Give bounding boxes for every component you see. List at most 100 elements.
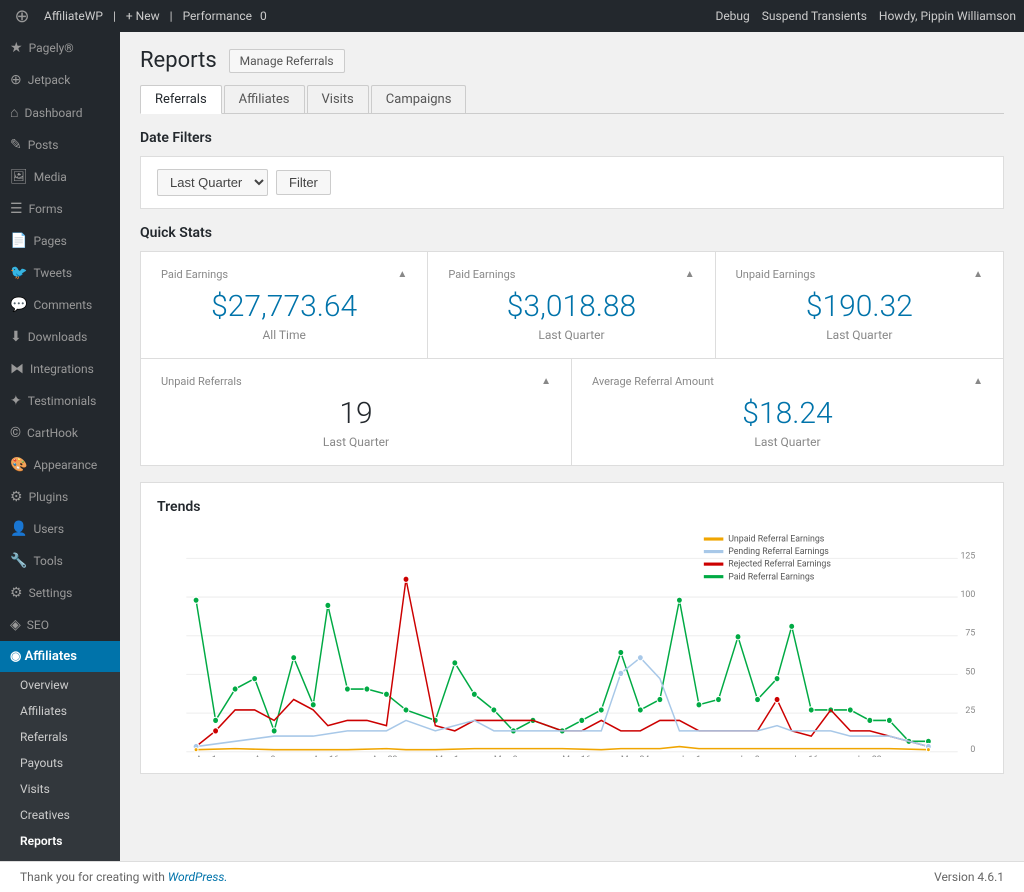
tab-affiliates[interactable]: Affiliates (224, 85, 305, 113)
date-range-select[interactable]: Last Quarter Today Yesterday This Week L… (157, 169, 268, 196)
sidebar-label-jetpack: Jetpack (28, 73, 71, 87)
sidebar-item-dashboard[interactable]: ⌂ Dashboard (0, 96, 120, 129)
sidebar-item-affiliates[interactable]: ◉ Affiliates (0, 641, 120, 672)
svg-text:Apr 1: Apr 1 (196, 755, 217, 757)
filter-button[interactable]: Filter (276, 170, 331, 195)
affiliates-icon: ◉ (10, 649, 25, 664)
sidebar-label-plugins: Plugins (29, 490, 69, 504)
sidebar-item-media[interactable]: 🖼 Media (0, 161, 120, 193)
suspend-transients-link[interactable]: Suspend Transients (762, 9, 867, 23)
svg-text:50: 50 (965, 667, 975, 677)
svg-text:25: 25 (965, 706, 975, 716)
sidebar-item-integrations[interactable]: ⧓ Integrations (0, 353, 120, 385)
stat-value-unpaid-referrals: 19 (161, 396, 551, 431)
stat-card-unpaid-referrals: Unpaid Referrals ▲ 19 Last Quarter (141, 359, 572, 465)
svg-text:May 24: May 24 (621, 755, 650, 757)
stat-period-unpaid-earnings: Last Quarter (736, 328, 983, 342)
sidebar-label-appearance: Appearance (33, 458, 97, 472)
sidebar-label-forms: Forms (29, 202, 63, 216)
performance-count: 0 (260, 9, 267, 23)
stat-card-avg-referral: Average Referral Amount ▲ $18.24 Last Qu… (572, 359, 1003, 465)
stat-label-avg-referral: Average Referral Amount (592, 375, 714, 388)
svg-text:Jun 23: Jun 23 (855, 755, 882, 757)
sidebar-item-testimonials[interactable]: ✦ Testimonials (0, 385, 120, 417)
svg-text:Jun 16: Jun 16 (792, 755, 819, 757)
wp-logo-icon: ⊕ (8, 2, 36, 30)
sidebar-label-comments: Comments (33, 298, 92, 312)
trends-title: Trends (157, 499, 987, 515)
stat-label-paid-quarter: Paid Earnings (448, 268, 515, 281)
main-layout: ★ Pagely® ⊕ Jetpack ⌂ Dashboard ✎ Posts … (0, 32, 1024, 861)
affiliates-label: Affiliates (25, 649, 77, 664)
manage-referrals-link[interactable]: Manage Referrals (229, 49, 345, 73)
svg-text:75: 75 (965, 628, 975, 638)
svg-text:Jun 1: Jun 1 (679, 755, 701, 757)
submenu-referrals[interactable]: Referrals (0, 724, 120, 750)
svg-text:May 16: May 16 (562, 755, 591, 757)
performance-link[interactable]: Performance (183, 9, 252, 23)
stat-arrow-2: ▲ (685, 269, 695, 280)
sidebar-item-posts[interactable]: ✎ Posts (0, 129, 120, 161)
sidebar-item-settings[interactable]: ⚙ Settings (0, 577, 120, 609)
sidebar-item-comments[interactable]: 💬 Comments (0, 289, 120, 321)
wordpress-link[interactable]: WordPress. (168, 870, 228, 884)
submenu-tools[interactable]: Tools (0, 854, 120, 861)
tab-referrals[interactable]: Referrals (140, 85, 222, 114)
testimonials-icon: ✦ (10, 393, 22, 409)
svg-text:Rejected Referral Earnings: Rejected Referral Earnings (728, 559, 831, 569)
tools-icon: 🔧 (10, 553, 27, 569)
sidebar-label-tweets: Tweets (33, 266, 72, 280)
stats-grid-row2: Unpaid Referrals ▲ 19 Last Quarter Avera… (140, 359, 1004, 466)
carthook-icon: © (10, 425, 21, 441)
sidebar-item-users[interactable]: 👤 Users (0, 513, 120, 545)
submenu-creatives[interactable]: Creatives (0, 802, 120, 828)
sidebar-item-plugins[interactable]: ⚙ Plugins (0, 481, 120, 513)
submenu-affiliates[interactable]: Affiliates (0, 698, 120, 724)
quick-stats-section-title: Quick Stats (140, 225, 1004, 241)
sidebar-item-pagely[interactable]: ★ Pagely® (0, 32, 120, 64)
sidebar-item-jetpack[interactable]: ⊕ Jetpack (0, 64, 120, 96)
sidebar-item-carthook[interactable]: © CartHook (0, 417, 120, 449)
sidebar-label-pages: Pages (33, 234, 66, 248)
stat-card-paid-all-time: Paid Earnings ▲ $27,773.64 All Time (141, 252, 428, 358)
sidebar-item-appearance[interactable]: 🎨 Appearance (0, 449, 120, 481)
sidebar-item-pages[interactable]: 📄 Pages (0, 225, 120, 257)
stat-arrow-1: ▲ (397, 269, 407, 280)
stat-card-paid-quarter: Paid Earnings ▲ $3,018.88 Last Quarter (428, 252, 715, 358)
tab-visits[interactable]: Visits (307, 85, 369, 113)
new-button[interactable]: + New (126, 9, 160, 23)
tab-campaigns[interactable]: Campaigns (371, 85, 467, 113)
stat-period-paid-quarter: Last Quarter (448, 328, 694, 342)
submenu-overview[interactable]: Overview (0, 672, 120, 698)
svg-text:Jun 8: Jun 8 (738, 755, 760, 757)
sidebar-item-tools[interactable]: 🔧 Tools (0, 545, 120, 577)
svg-text:Unpaid Referral Earnings: Unpaid Referral Earnings (728, 534, 824, 544)
submenu-visits[interactable]: Visits (0, 776, 120, 802)
stat-period-avg-referral: Last Quarter (592, 435, 983, 449)
sidebar-item-seo[interactable]: ◈ SEO (0, 609, 120, 641)
date-filters-box: Last Quarter Today Yesterday This Week L… (140, 156, 1004, 209)
plugins-icon: ⚙ (10, 489, 23, 505)
forms-icon: ☰ (10, 201, 23, 217)
svg-text:0: 0 (970, 745, 975, 755)
svg-text:100: 100 (960, 590, 975, 600)
tabs-bar: Referrals Affiliates Visits Campaigns (140, 85, 1004, 114)
stat-label-unpaid-referrals: Unpaid Referrals (161, 375, 242, 388)
svg-text:Paid Referral Earnings: Paid Referral Earnings (728, 572, 814, 582)
debug-link[interactable]: Debug (715, 9, 749, 23)
stat-period-paid-alltime: All Time (161, 328, 407, 342)
howdy-label: Howdy, Pippin Williamson (879, 9, 1016, 23)
stat-card-unpaid-earnings: Unpaid Earnings ▲ $190.32 Last Quarter (716, 252, 1003, 358)
stat-arrow-4: ▲ (541, 376, 551, 387)
svg-text:Apr 8: Apr 8 (255, 755, 276, 757)
wp-footer: Thank you for creating with WordPress. V… (0, 861, 1024, 892)
sidebar-label-carthook: CartHook (27, 426, 78, 440)
sidebar-item-downloads[interactable]: ⬇ Downloads (0, 321, 120, 353)
footer-text: Thank you for creating with (20, 870, 165, 884)
submenu-payouts[interactable]: Payouts (0, 750, 120, 776)
sidebar-item-tweets[interactable]: 🐦 Tweets (0, 257, 120, 289)
site-name[interactable]: AffiliateWP (44, 9, 103, 23)
sidebar-item-forms[interactable]: ☰ Forms (0, 193, 120, 225)
stat-arrow-5: ▲ (973, 376, 983, 387)
submenu-reports[interactable]: Reports (0, 828, 120, 854)
